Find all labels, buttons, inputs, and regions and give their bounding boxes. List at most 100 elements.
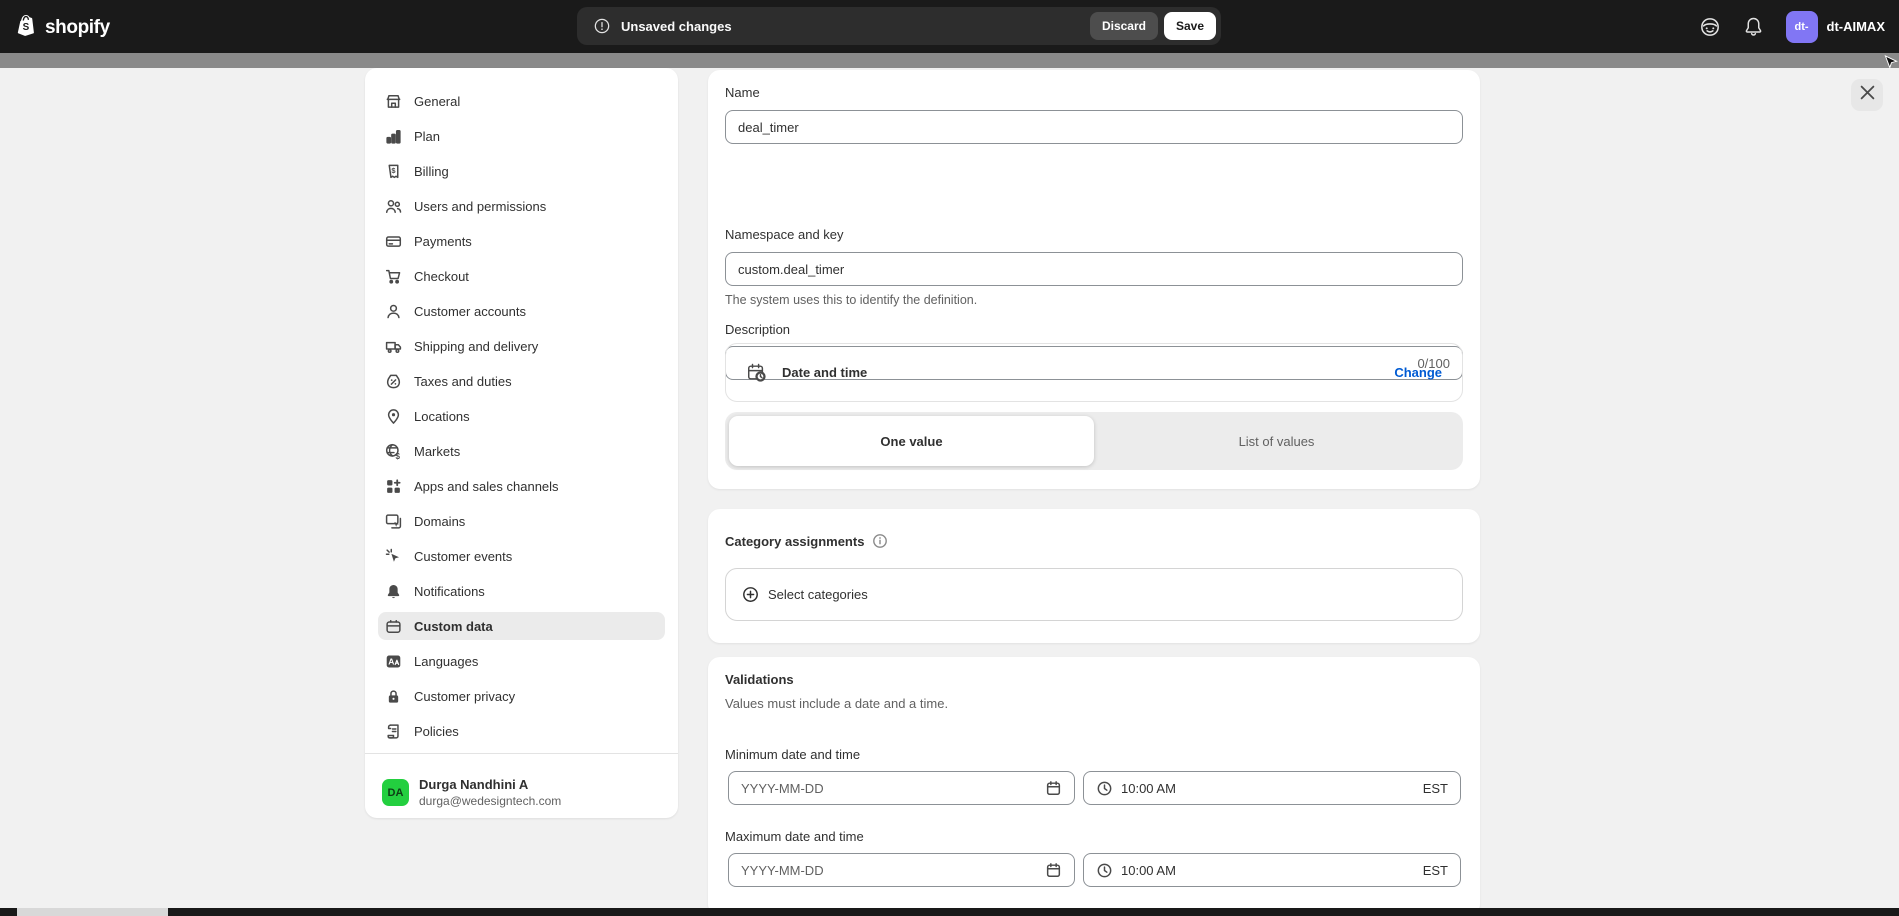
min-date-input[interactable]: YYYY-MM-DD xyxy=(728,771,1075,805)
notifications-bell-icon[interactable] xyxy=(1743,16,1764,37)
list-of-values-tab[interactable]: List of values xyxy=(1094,416,1459,466)
save-button[interactable]: Save xyxy=(1164,12,1216,40)
shipping-truck-icon xyxy=(385,338,402,355)
shopify-logo: S shopify xyxy=(14,13,110,43)
plus-circle-icon xyxy=(742,586,759,603)
sidebar-item-shipping-and-delivery[interactable]: Shipping and delivery xyxy=(378,332,665,360)
discard-button[interactable]: Discard xyxy=(1090,12,1158,40)
sidebar-item-label: Billing xyxy=(414,164,449,179)
sidebar-item-apps-and-sales-channels[interactable]: Apps and sales channels xyxy=(378,472,665,500)
sidebar-item-label: Notifications xyxy=(414,584,485,599)
name-input[interactable] xyxy=(725,110,1463,144)
sidebar-item-checkout[interactable]: Checkout xyxy=(378,262,665,290)
svg-text:$: $ xyxy=(396,451,401,459)
sidebar-item-users-and-permissions[interactable]: Users and permissions xyxy=(378,192,665,220)
billing-receipt-icon: $ xyxy=(385,163,402,180)
users-icon xyxy=(385,198,402,215)
sidebar-item-custom-data[interactable]: Custom data xyxy=(378,612,665,640)
sidebar-item-label: Customer events xyxy=(414,549,512,564)
one-value-tab[interactable]: One value xyxy=(729,416,1094,466)
taxes-percent-icon xyxy=(385,373,402,390)
content-type-label: Date and time xyxy=(782,365,867,380)
sidebar-item-label: General xyxy=(414,94,460,109)
definition-card: Name Namespace and key The system uses t… xyxy=(708,70,1480,489)
sidebar-item-label: Payments xyxy=(414,234,472,249)
sidebar-item-label: Markets xyxy=(414,444,460,459)
horizontal-scrollbar[interactable] xyxy=(0,908,1899,916)
payments-card-icon xyxy=(385,233,402,250)
sidekick-assistant-icon[interactable] xyxy=(1699,16,1721,38)
min-date-placeholder: YYYY-MM-DD xyxy=(741,781,824,796)
namespace-input[interactable] xyxy=(725,252,1463,286)
shopify-bag-icon: S xyxy=(14,13,39,43)
close-icon xyxy=(1860,85,1875,105)
sidebar-item-label: Policies xyxy=(414,724,459,739)
sidebar-item-taxes-and-duties[interactable]: Taxes and duties xyxy=(378,367,665,395)
value-mode-segmented-control: One value List of values xyxy=(725,412,1463,470)
max-datetime-label: Maximum date and time xyxy=(725,829,864,844)
sidebar-item-policies[interactable]: Policies xyxy=(378,717,665,745)
checkout-cart-icon xyxy=(385,268,402,285)
mouse-cursor xyxy=(1884,55,1899,75)
sidebar-item-label: Shipping and delivery xyxy=(414,339,538,354)
svg-text:S: S xyxy=(23,22,30,33)
sidebar-user[interactable]: DA Durga Nandhini A durga@wedesigntech.c… xyxy=(382,777,561,808)
sidebar-item-label: Languages xyxy=(414,654,478,669)
min-timezone: EST xyxy=(1423,781,1448,796)
sidebar-item-label: Plan xyxy=(414,129,440,144)
domains-browser-icon xyxy=(385,513,402,530)
min-time-input[interactable]: 10:00 AM EST xyxy=(1083,771,1461,805)
validations-title: Validations xyxy=(725,672,794,687)
sidebar-item-customer-privacy[interactable]: Customer privacy xyxy=(378,682,665,710)
sidebar-item-customer-events[interactable]: Customer events xyxy=(378,542,665,570)
svg-text:A: A xyxy=(388,656,394,666)
sidebar-item-languages[interactable]: A Languages xyxy=(378,647,665,675)
sidebar-item-domains[interactable]: Domains xyxy=(378,507,665,535)
user-name: Durga Nandhini A xyxy=(419,777,561,792)
name-label: Name xyxy=(725,85,760,100)
min-datetime-label: Minimum date and time xyxy=(725,747,860,762)
max-time-value: 10:00 AM xyxy=(1121,863,1176,878)
sidebar-item-billing[interactable]: $ Billing xyxy=(378,157,665,185)
content-type-box: Date and time Change xyxy=(725,343,1463,402)
category-assignments-card: Category assignments Select categories xyxy=(708,509,1480,643)
bell-icon xyxy=(385,583,402,600)
person-icon xyxy=(385,303,402,320)
store-avatar: dt- xyxy=(1786,11,1818,43)
markets-globe-icon: $ xyxy=(385,443,402,460)
cursor-click-icon xyxy=(385,548,402,565)
sidebar-item-markets[interactable]: $ Markets xyxy=(378,437,665,465)
clock-icon xyxy=(1096,780,1113,797)
sidebar-item-locations[interactable]: Locations xyxy=(378,402,665,430)
sidebar-item-label: Custom data xyxy=(414,619,493,634)
unsaved-changes-bar: Unsaved changes Discard Save xyxy=(577,7,1221,45)
calendar-icon xyxy=(1045,862,1062,879)
sidebar-item-customer-accounts[interactable]: Customer accounts xyxy=(378,297,665,325)
info-icon[interactable] xyxy=(872,533,888,549)
store-icon xyxy=(385,93,402,110)
sidebar-item-general[interactable]: General xyxy=(378,87,665,115)
user-avatar: DA xyxy=(382,779,409,806)
max-time-input[interactable]: 10:00 AM EST xyxy=(1083,853,1461,887)
max-date-input[interactable]: YYYY-MM-DD xyxy=(728,853,1075,887)
user-email: durga@wedesigntech.com xyxy=(419,794,561,808)
close-settings-button[interactable] xyxy=(1851,79,1883,111)
sidebar-item-label: Domains xyxy=(414,514,465,529)
change-type-link[interactable]: Change xyxy=(1394,365,1442,380)
lock-icon xyxy=(385,688,402,705)
clock-icon xyxy=(1096,862,1113,879)
namespace-helper: The system uses this to identify the def… xyxy=(725,293,977,307)
sidebar-item-plan[interactable]: Plan xyxy=(378,122,665,150)
svg-text:$: $ xyxy=(391,165,396,174)
shopify-wordmark: shopify xyxy=(45,17,110,39)
store-menu[interactable]: dt- dt-AIMAX xyxy=(1786,11,1886,43)
sidebar-item-payments[interactable]: Payments xyxy=(378,227,665,255)
alert-circle-icon xyxy=(593,17,611,35)
validations-subtitle: Values must include a date and a time. xyxy=(725,696,948,711)
select-categories-button[interactable]: Select categories xyxy=(725,568,1463,621)
max-date-placeholder: YYYY-MM-DD xyxy=(741,863,824,878)
top-bar: S shopify Unsaved changes Discard Save d… xyxy=(0,0,1899,53)
scrollbar-thumb[interactable] xyxy=(17,908,168,916)
sidebar-item-notifications[interactable]: Notifications xyxy=(378,577,665,605)
sidebar-item-label: Customer privacy xyxy=(414,689,515,704)
